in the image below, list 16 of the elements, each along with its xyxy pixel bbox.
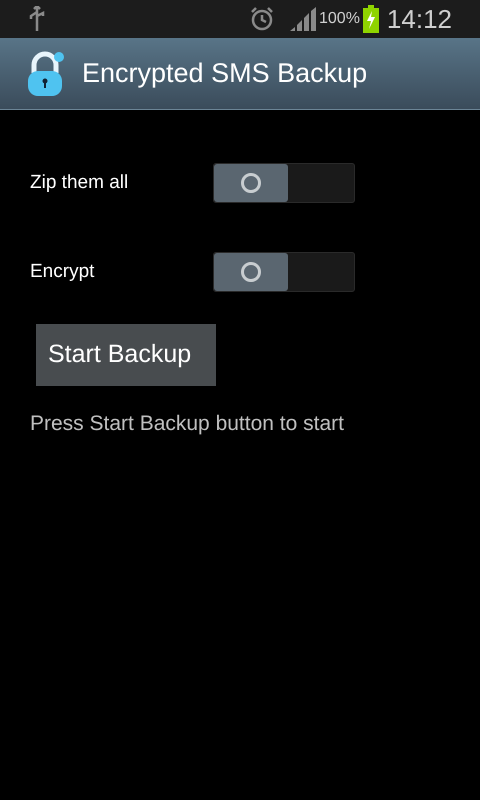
ring-icon	[240, 172, 262, 194]
ring-icon	[240, 261, 262, 283]
usb-icon	[28, 6, 46, 32]
clock-time: 14:12	[386, 6, 452, 32]
toggle-switch[interactable]	[213, 163, 355, 203]
start-backup-button[interactable]: Start Backup	[36, 324, 216, 386]
status-message: Press Start Backup button to start	[30, 411, 345, 437]
app-title: Encrypted SMS Backup	[82, 57, 368, 90]
battery-percent: 100%	[319, 9, 360, 29]
charging-battery-icon	[362, 5, 379, 33]
alarm-clock-icon	[249, 6, 275, 32]
padlock-icon	[26, 50, 66, 96]
toggle-switch[interactable]	[213, 252, 355, 292]
signal-icon	[289, 6, 317, 32]
setting-label: Encrypt	[30, 260, 96, 284]
setting-label: Zip them all	[30, 170, 130, 195]
